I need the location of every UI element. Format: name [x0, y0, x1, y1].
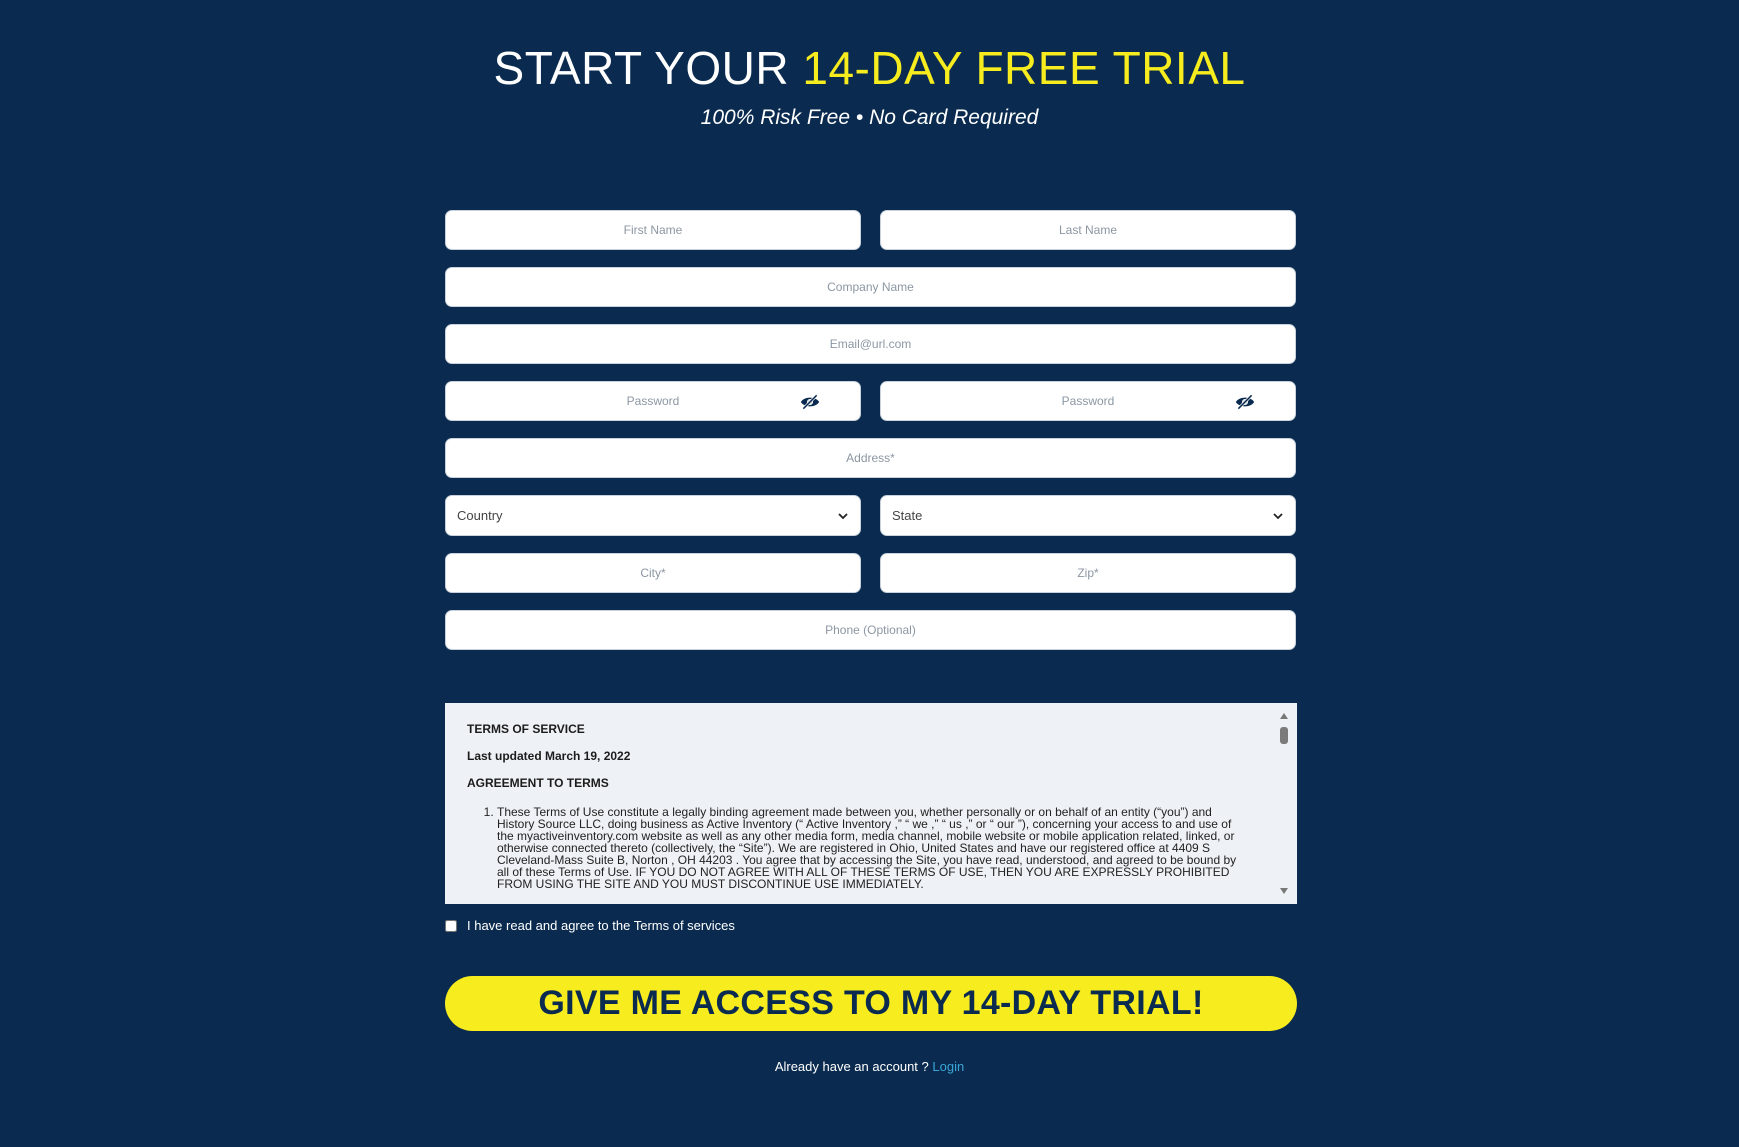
- login-link[interactable]: Login: [932, 1059, 964, 1074]
- password-field-wrapper: [445, 381, 861, 421]
- start-trial-button[interactable]: GIVE ME ACCESS TO MY 14-DAY TRIAL!: [445, 976, 1297, 1031]
- terms-heading: TERMS OF SERVICE: [467, 722, 585, 736]
- zip-field-wrapper: [880, 553, 1296, 593]
- company-row: [445, 267, 1296, 307]
- terms-scrollbar[interactable]: [1271, 703, 1297, 904]
- last-name-input[interactable]: [881, 211, 1295, 249]
- company-name-input[interactable]: [446, 268, 1295, 306]
- country-select-label: Country: [457, 508, 503, 523]
- page-title: START YOUR 14-DAY FREE TRIAL: [0, 40, 1739, 96]
- country-select[interactable]: Country: [445, 495, 861, 536]
- first-name-input[interactable]: [446, 211, 860, 249]
- scrollbar-thumb[interactable]: [1280, 727, 1288, 744]
- address-field-wrapper: [445, 438, 1296, 478]
- company-field-wrapper: [445, 267, 1296, 307]
- login-prompt-text: Already have an account ?: [774, 1059, 933, 1074]
- terms-content: TERMS OF SERVICE Last updated March 19, …: [445, 703, 1297, 891]
- scroll-down-arrow-icon[interactable]: [1280, 888, 1288, 894]
- name-row: [445, 210, 1296, 250]
- page-subtitle: 100% Risk Free • No Card Required: [700, 106, 1039, 129]
- address-row: [445, 438, 1296, 478]
- agreement-heading: AGREEMENT TO TERMS: [467, 776, 609, 790]
- terms-paragraph: These Terms of Use constitute a legally …: [497, 806, 1237, 890]
- agree-terms-label: I have read and agree to the Terms of se…: [467, 918, 735, 933]
- city-field-wrapper: [445, 553, 861, 593]
- chevron-down-icon: [1273, 513, 1283, 520]
- terms-updated-date: Last updated March 19, 2022: [467, 749, 631, 763]
- phone-field-wrapper: [445, 610, 1296, 650]
- email-row: [445, 324, 1296, 364]
- agree-terms-checkbox[interactable]: [445, 919, 457, 932]
- scroll-up-arrow-icon[interactable]: [1280, 713, 1288, 719]
- city-zip-row: [445, 553, 1296, 593]
- eye-slash-icon[interactable]: [800, 393, 820, 411]
- state-select-label: State: [892, 508, 923, 523]
- login-prompt: Already have an account ? Login: [0, 1059, 1739, 1074]
- agree-terms-row[interactable]: I have read and agree to the Terms of se…: [445, 918, 735, 933]
- last-name-field-wrapper: [880, 210, 1296, 250]
- password-input[interactable]: [446, 382, 860, 420]
- title-prefix: START YOUR: [493, 42, 803, 94]
- confirm-password-field-wrapper: [880, 381, 1296, 421]
- eye-slash-icon[interactable]: [1235, 393, 1255, 411]
- address-input[interactable]: [446, 439, 1295, 477]
- title-accent: 14-DAY FREE TRIAL: [802, 42, 1246, 94]
- phone-row: [445, 610, 1296, 650]
- password-row: [445, 381, 1296, 421]
- region-row: Country State: [445, 495, 1296, 536]
- state-select[interactable]: State: [880, 495, 1296, 536]
- confirm-password-input[interactable]: [881, 382, 1295, 420]
- email-field-wrapper: [445, 324, 1296, 364]
- chevron-down-icon: [838, 513, 848, 520]
- email-input[interactable]: [446, 325, 1295, 363]
- terms-list: These Terms of Use constitute a legally …: [467, 806, 1237, 890]
- page-header: START YOUR 14-DAY FREE TRIAL 100% Risk F…: [0, 40, 1739, 132]
- signup-form: Country State: [445, 210, 1296, 667]
- phone-input[interactable]: [446, 611, 1295, 649]
- zip-input[interactable]: [881, 554, 1295, 592]
- terms-of-service-box[interactable]: TERMS OF SERVICE Last updated March 19, …: [445, 703, 1297, 904]
- first-name-field-wrapper: [445, 210, 861, 250]
- city-input[interactable]: [446, 554, 860, 592]
